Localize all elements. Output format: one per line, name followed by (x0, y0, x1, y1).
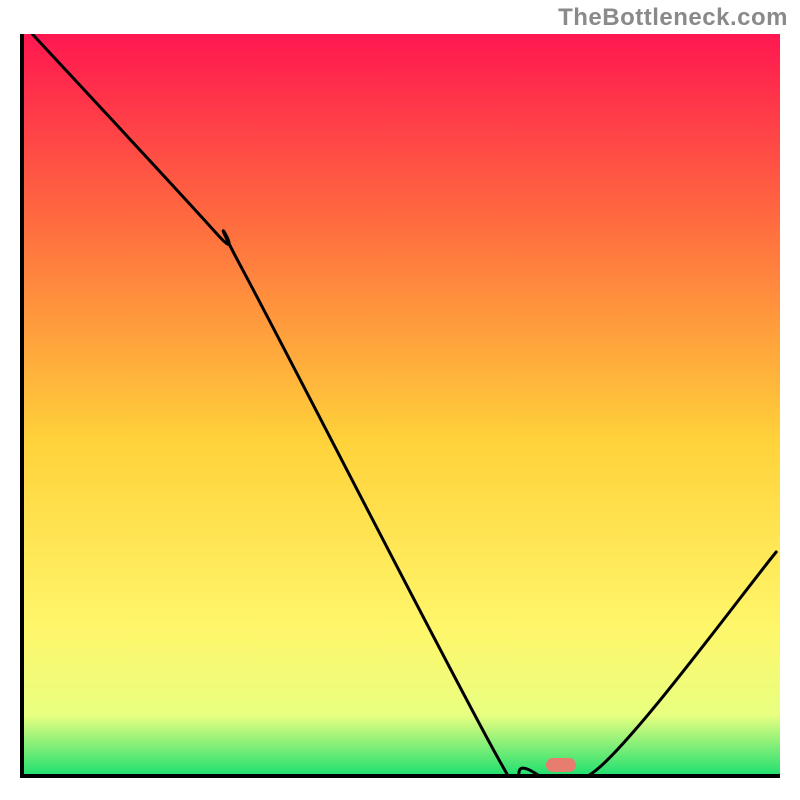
optimal-marker (546, 758, 576, 772)
plot-area (20, 34, 780, 778)
bottleneck-curve (24, 34, 780, 774)
attribution-text: TheBottleneck.com (558, 4, 788, 32)
chart-container: TheBottleneck.com (0, 0, 800, 800)
